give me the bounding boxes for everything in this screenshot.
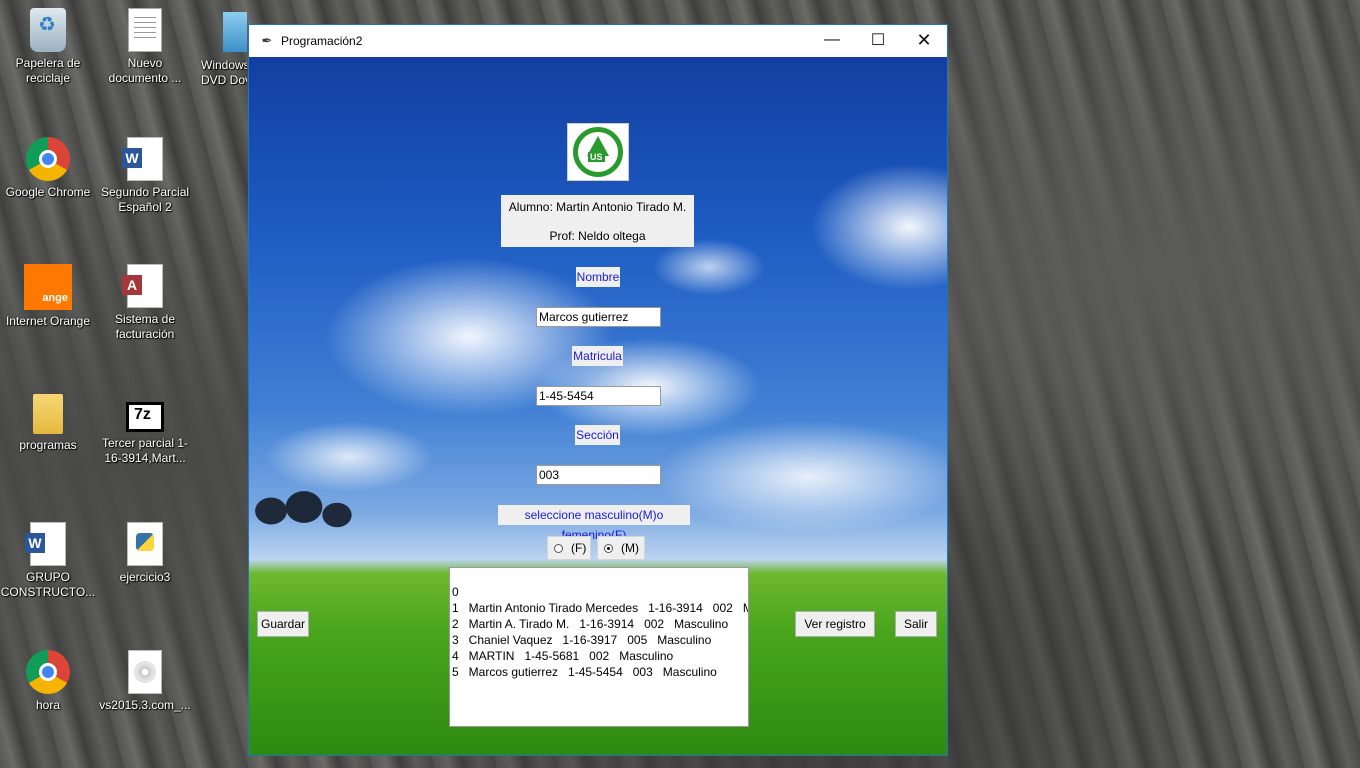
list-item[interactable]: 4 MARTIN 1-45-5681 002 Masculino [450,648,748,664]
word-document-icon [122,137,163,181]
background-trees [249,481,359,541]
desktop-icon-vs2015[interactable]: vs2015.3.com_... [97,650,193,713]
desktop-icon-label: ejercicio3 [119,570,171,584]
desktop-icon-label: Internet Orange [5,314,91,328]
text-document-icon [128,8,162,52]
desktop-icon-label: Papelera de reciclaje [15,56,81,85]
word-document-icon [25,522,66,566]
desktop-icon-google-chrome[interactable]: Google Chrome [0,137,96,200]
desktop-icon-label: Nuevo documento ... [108,56,182,85]
list-item[interactable]: 1 Martin Antonio Tirado Mercedes 1-16-39… [450,600,748,616]
window-title: Programación2 [281,34,363,48]
desktop-icon-label: Segundo Parcial Español 2 [100,185,190,214]
prof-label: Prof: Neldo oltega [501,219,694,247]
desktop-icon-label: vs2015.3.com_... [99,698,191,712]
windows-dvd-icon [223,12,247,52]
desktop-icon-label: Google Chrome [5,185,91,199]
chrome-icon [26,137,70,181]
orange-icon [24,264,72,310]
desktop-icon-label: GRUPO CONSTRUCTO... [0,570,96,599]
desktop-icon-sistema-facturacion[interactable]: Sistema de facturación [97,264,193,342]
sexo-selection-label: seleccione masculino(M)o femenino(F) [498,505,690,542]
python-file-icon [127,522,163,566]
desktop-icon-windows-dvd[interactable]: Windows DVD Dov [185,12,247,88]
desktop-icon-recycle-bin[interactable]: Papelera de reciclaje [0,8,96,86]
desktop-icon-grupo-constructo[interactable]: GRUPO CONSTRUCTO... [0,522,96,600]
access-database-icon [122,264,163,308]
maximize-button[interactable]: ☐ [855,25,901,55]
feather-icon: ✒ [261,33,273,48]
disc-image-icon [128,650,162,694]
alumno-label: Alumno: Martin Antonio Tirado M. [501,195,694,219]
desktop-icon-label: hora [35,698,61,712]
close-button[interactable]: ✕ [901,25,947,55]
radio-indicator-m [604,543,613,553]
title-bar[interactable]: ✒ Programación2 — ☐ ✕ [249,25,947,57]
app-window: ✒ Programación2 — ☐ ✕ US Alumno: Martin … [248,24,948,756]
recycle-bin-icon [30,8,66,52]
desktop-icon-label: Sistema de facturación [114,312,176,341]
records-listbox[interactable]: 0 1 Martin Antonio Tirado Mercedes 1-16-… [449,567,749,727]
desktop-icon-ejercicio3[interactable]: ejercicio3 [97,522,193,585]
utesa-logo: US [567,123,629,181]
minimize-button[interactable]: — [809,25,855,55]
nombre-field[interactable] [536,307,661,327]
list-item[interactable]: 0 [450,584,748,600]
radio-femenino[interactable]: (F) [547,536,591,560]
radio-indicator-f [554,543,563,553]
chrome-icon [26,650,70,694]
desktop-icon-label: Windows DVD Dov [201,58,247,87]
desktop-icon-programas[interactable]: programas [0,394,96,453]
7z-archive-icon [126,402,164,432]
ver-registro-button[interactable]: Ver registro [795,611,875,637]
radio-masculino-label: (M) [621,541,639,555]
matricula-field[interactable] [536,386,661,406]
list-item[interactable]: 2 Martin A. Tirado M. 1-16-3914 002 Masc… [450,616,748,632]
list-item[interactable]: 3 Chaniel Vaquez 1-16-3917 005 Masculino [450,632,748,648]
folder-icon [33,394,63,434]
desktop-icon-segundo-parcial[interactable]: Segundo Parcial Español 2 [97,137,193,215]
radio-masculino[interactable]: (M) [597,536,645,560]
nombre-label: Nombre [576,267,620,287]
form-canvas: US Alumno: Martin Antonio Tirado M. Prof… [249,57,947,755]
desktop-icon-internet-orange[interactable]: Internet Orange [0,264,96,329]
seccion-label: Sección [575,425,620,445]
desktop-icon-label: programas [19,438,77,452]
salir-button[interactable]: Salir [895,611,937,637]
desktop-icon-new-document[interactable]: Nuevo documento ... [97,8,193,86]
desktop-icon-label: Tercer parcial 1-16-3914,Mart... [101,436,189,465]
list-item[interactable]: 5 Marcos gutierrez 1-45-5454 003 Masculi… [450,664,748,680]
seccion-field[interactable] [536,465,661,485]
desktop-icon-hora[interactable]: hora [0,650,96,713]
matricula-label: Matricula [572,346,623,366]
radio-femenino-label: (F) [571,541,587,555]
desktop-icon-tercer-parcial[interactable]: Tercer parcial 1-16-3914,Mart... [97,394,193,466]
guardar-button[interactable]: Guardar [257,611,309,637]
